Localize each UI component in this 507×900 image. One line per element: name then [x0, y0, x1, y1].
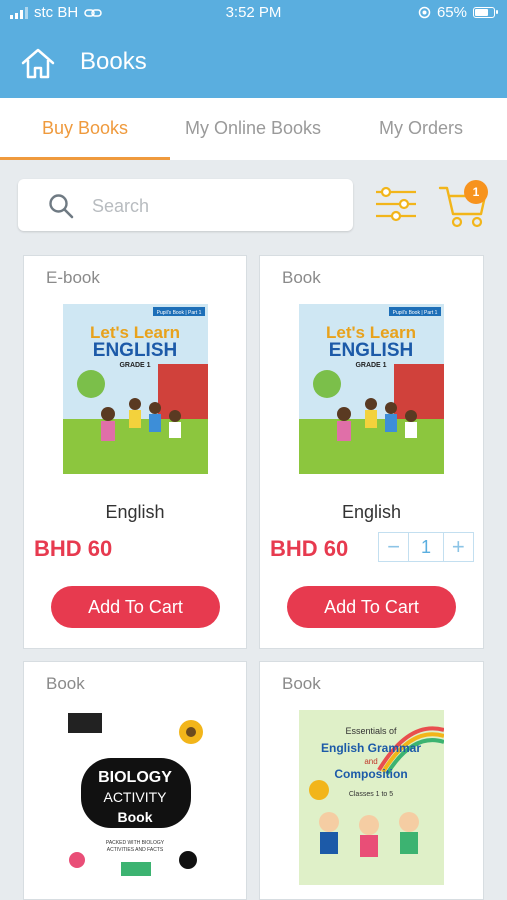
book-cover-image[interactable]: BIOLOGY ACTIVITY Book PACKED WITH BIOLOG… — [63, 710, 208, 885]
decrement-button[interactable]: − — [379, 533, 408, 561]
cover-subtitle-line1: PACKED WITH BIOLOGY — [106, 840, 165, 846]
tab-buy-books[interactable]: Buy Books — [42, 118, 128, 139]
cover-part-label: Pupil's Book | Part 1 — [157, 310, 202, 316]
cover-subtitle: Classes 1 to 5 — [349, 791, 393, 798]
book-type-label: Book — [282, 674, 321, 693]
cover-title-line2: ENGLISH — [329, 340, 413, 361]
cart-badge: 1 — [464, 180, 488, 204]
book-title: English — [341, 502, 402, 522]
filter-icon[interactable] — [374, 185, 418, 223]
book-card[interactable]: Book BIOLOGY ACTIVITY Book PACKED WITH B… — [23, 661, 247, 900]
book-price: BHD 60 — [270, 536, 349, 561]
book-cover-image[interactable]: Essentials of English Grammar and Compos… — [299, 710, 444, 885]
cover-title-line3: Book — [118, 809, 153, 825]
book-card[interactable]: E-book Pupil's Book | Part 1 Let's Learn… — [23, 255, 247, 649]
home-icon[interactable] — [20, 46, 56, 80]
cover-subtitle-line2: ACTIVITIES AND FACTS — [107, 847, 164, 853]
active-tab-indicator — [0, 157, 170, 160]
cover-title-line2: ACTIVITY — [103, 789, 167, 805]
search-input[interactable] — [90, 189, 344, 223]
tab-my-online-books[interactable]: My Online Books — [185, 118, 321, 139]
cover-title-line3: GRADE 1 — [355, 362, 386, 369]
cover-title-line3: and — [364, 757, 377, 766]
cover-title-line3: GRADE 1 — [119, 362, 150, 369]
add-to-cart-button[interactable]: Add To Cart — [287, 586, 456, 628]
book-cover-image[interactable]: Pupil's Book | Part 1 Let's Learn ENGLIS… — [63, 304, 208, 484]
tab-my-orders[interactable]: My Orders — [379, 118, 463, 139]
book-card[interactable]: Book Pupil's Book | Part 1 Let's Learn E… — [259, 255, 484, 649]
book-card[interactable]: Book Essentials of English Grammar and C… — [259, 661, 484, 900]
cover-title-line4: Composition — [334, 767, 407, 781]
status-right: 65% — [418, 4, 498, 21]
tab-bar: Buy Books My Online Books My Orders — [0, 98, 507, 160]
cover-title-line2: English Grammar — [321, 741, 421, 755]
page-title: Books — [80, 48, 147, 75]
book-title: English — [105, 502, 165, 522]
cover-title-line2: ENGLISH — [93, 340, 177, 361]
increment-button[interactable]: + — [444, 533, 473, 561]
battery-icon — [473, 7, 498, 18]
book-cover-image[interactable]: Pupil's Book | Part 1 Let's Learn ENGLIS… — [299, 304, 444, 484]
app-bar: Books — [0, 26, 507, 98]
book-type-label: E-book — [46, 268, 100, 287]
quantity-value: 1 — [408, 533, 444, 561]
status-bar: stc BH 3:52 PM 65% — [0, 0, 507, 26]
cover-part-label: Pupil's Book | Part 1 — [393, 310, 438, 316]
book-price: BHD 60 — [34, 536, 113, 561]
lock-rotation-icon — [418, 6, 431, 19]
search-box[interactable] — [18, 179, 353, 231]
book-type-label: Book — [282, 268, 321, 287]
book-type-label: Book — [46, 674, 85, 693]
cover-title-line1: BIOLOGY — [98, 769, 172, 786]
add-to-cart-button[interactable]: Add To Cart — [51, 586, 220, 628]
cover-title-line1: Essentials of — [345, 726, 397, 736]
battery-percent: 65% — [436, 4, 467, 21]
quantity-stepper[interactable]: − 1 + — [378, 532, 474, 562]
search-icon — [49, 194, 74, 219]
